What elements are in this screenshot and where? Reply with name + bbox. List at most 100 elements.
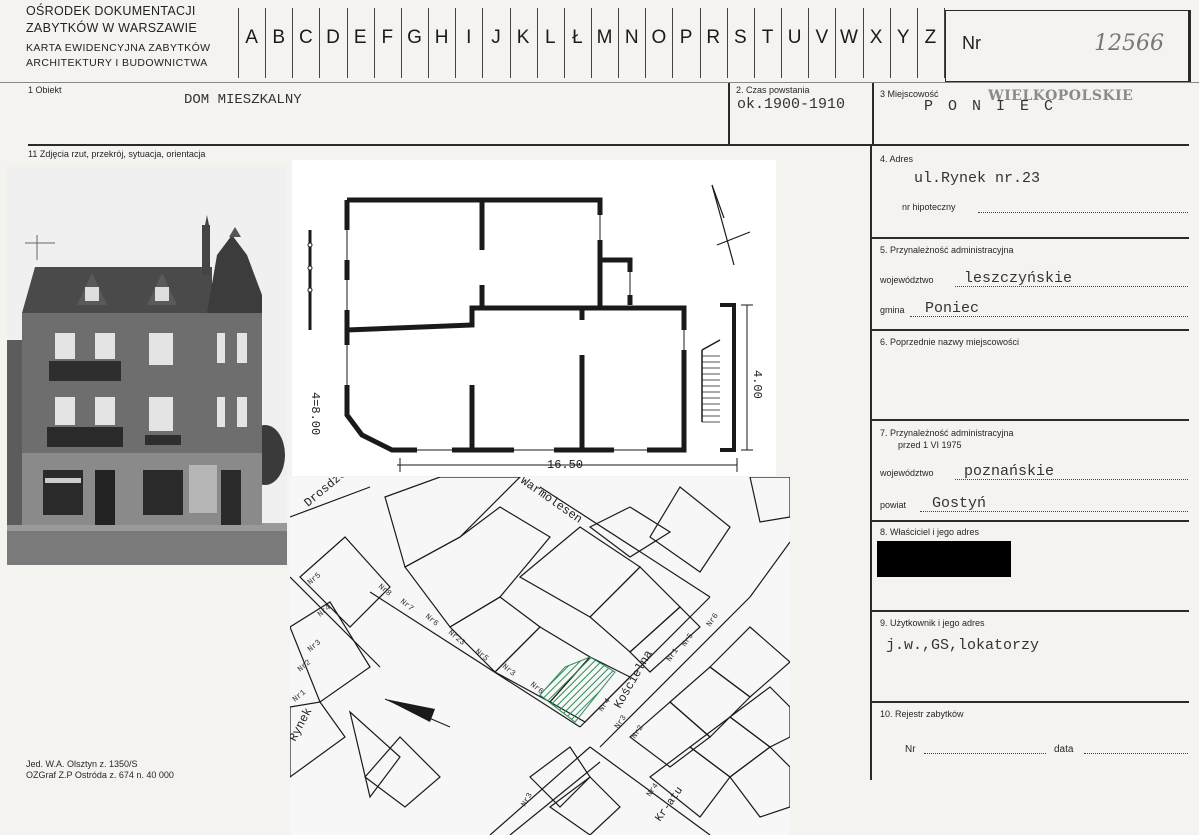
alphabet-letter: P [679, 27, 693, 48]
field-7-powiat-value: Gostyń [932, 495, 987, 512]
alphabet-letter: N [624, 27, 639, 48]
alphabet-divider [292, 8, 294, 78]
alphabet-letter: X [869, 27, 883, 48]
alphabet-letter: F [381, 27, 394, 48]
alphabet-divider [346, 8, 348, 78]
alphabet-divider [699, 8, 701, 78]
map-parcel-number: Nr5 [473, 647, 490, 663]
alphabet-letter: T [761, 27, 774, 48]
alphabet-letter: J [491, 27, 501, 48]
map-parcel-number: Nr4 [597, 697, 613, 714]
alphabet-letter: A [245, 27, 258, 48]
nr-box: Nr 12566 [945, 10, 1189, 82]
alphabet-divider [781, 8, 783, 78]
map-parcel-number: Nr3 [613, 714, 629, 731]
field-2-label: 2. Czas powstania [736, 85, 810, 95]
field-3-stamp: WIELKOPOLSKIE [988, 88, 1134, 104]
footer-line-2: OZGraf Z.P Ostróda z. 674 n. 40 000 [26, 770, 174, 780]
building-photo [7, 165, 287, 565]
map-parcel-number: Nr2 [630, 724, 646, 741]
alphabet-letter: D [326, 27, 340, 48]
field-7-powiat-label: powiat [880, 500, 907, 510]
alphabet-divider [563, 8, 565, 78]
field-8-label: 8. Właściciel i jego adres [880, 527, 980, 537]
map-parcel-number: Nr5 [680, 632, 696, 649]
footer-line-1: Jed. W.A. Olsztyn z. 1350/S [26, 759, 138, 769]
map-parcel-number: Nr6 [423, 612, 440, 628]
alphabet-divider [862, 8, 864, 78]
alphabet-divider [373, 8, 375, 78]
alphabet-divider [753, 8, 755, 78]
field-5-gmina-value: Poniec [925, 300, 980, 317]
alphabet-letter: B [272, 27, 286, 48]
map-parcel-number: Nr23 [446, 628, 467, 647]
field-10-label: 10. Rejestr zabytków [880, 709, 964, 719]
field-6-label: 6. Poprzednie nazwy miejscowości [880, 337, 1020, 347]
alphabet-divider [455, 8, 457, 78]
alphabet-divider [428, 8, 430, 78]
field-1-label: 1 Obiekt [28, 85, 62, 95]
alphabet-divider [482, 8, 484, 78]
alphabet-letter: M [596, 27, 613, 48]
alphabet-divider [726, 8, 728, 78]
alphabet-divider [509, 8, 511, 78]
map-parcel-number: Nr2 [296, 658, 313, 674]
street-warmolesen: Warmolesen [518, 477, 585, 527]
street-kratu: Kr-atu [653, 785, 686, 824]
alphabet-divider [265, 8, 267, 78]
field-11-label: 11 Zdjęcia rzut, przekrój, sytuacja, ori… [28, 149, 206, 159]
field-5-woj-value: leszczyńskie [964, 270, 1073, 287]
map-parcel-number: Nr1 [291, 688, 308, 704]
org-line-4: ARCHITEKTURY I BUDOWNICTWA [26, 57, 208, 69]
field-7-label-2: przed 1 VI 1975 [898, 440, 962, 450]
map-parcel-number: Nr6 [705, 612, 721, 629]
org-line-3: KARTA EWIDENCYJNA ZABYTKÓW [26, 42, 211, 54]
alphabet-divider [536, 8, 538, 78]
street-drosdzew: Drosdzew [302, 477, 356, 510]
field-5-gmina-label: gmina [880, 305, 905, 315]
plan-width-label: 16.50 [547, 458, 583, 472]
field-7-woj-value: poznańskie [964, 463, 1055, 480]
alphabet-letter: U [787, 27, 802, 48]
alphabet-divider [591, 8, 592, 78]
org-line-1: OŚRODEK DOKUMENTACJI [26, 4, 196, 18]
alphabet-divider [400, 8, 402, 78]
alphabet-divider [319, 8, 321, 78]
alphabet-divider [672, 8, 674, 78]
alphabet-letter: K [516, 27, 530, 48]
map-parcel-number: Nr1 [665, 647, 681, 664]
field-4-label: 4. Adres [880, 154, 914, 164]
floor-plan: 16.50 4=8.00 4.00 [292, 160, 776, 476]
field-1-value: DOM MIESZKALNY [184, 92, 302, 108]
field-10-nr-label: Nr [905, 744, 916, 755]
field-9-label: 9. Użytkownik i jego adres [880, 618, 985, 628]
map-parcel-number: Nr3 [520, 791, 535, 808]
alphabet-divider [618, 8, 620, 78]
field-5-woj-label: województwo [880, 275, 934, 285]
map-parcel-number: Nr3 [306, 638, 323, 654]
alphabet-letter: E [353, 27, 367, 48]
map-parcel-number: Nr5 [306, 571, 323, 587]
alphabet-letter: Z [924, 27, 937, 48]
alphabet-letter: H [434, 27, 449, 48]
alphabet-letter: R [706, 27, 721, 48]
alphabet-letter: O [651, 27, 667, 48]
alphabet-letter: C [299, 27, 313, 48]
alphabet-letter: W [839, 27, 858, 48]
plan-depth-left-label: 4=8.00 [308, 392, 322, 435]
field-7-woj-label: województwo [880, 468, 934, 478]
alphabet-divider [889, 8, 891, 78]
alphabet-divider [916, 8, 918, 78]
plan-depth-right-label: 4.00 [750, 370, 764, 399]
field-2-value: ok.1900-1910 [737, 96, 846, 113]
map-parcel-number: Nr8 [376, 582, 393, 598]
nr-label: Nr [962, 33, 981, 53]
field-9-value: j.w.,GS,lokatorzy [886, 637, 1040, 654]
nr-value: 12566 [1094, 31, 1164, 56]
street-rynek: Rynek [290, 706, 315, 744]
alphabet-letter: Ł [572, 27, 583, 48]
site-map: Warmolesen Drosdzew Rynek Kościelna Kr-a… [290, 477, 790, 835]
alphabet-letter: L [544, 27, 556, 48]
record-card: OŚRODEK DOKUMENTACJI ZABYTKÓW W WARSZAWI… [0, 0, 1199, 835]
field-7-label: 7. Przynależność administracyjna [880, 428, 1014, 438]
